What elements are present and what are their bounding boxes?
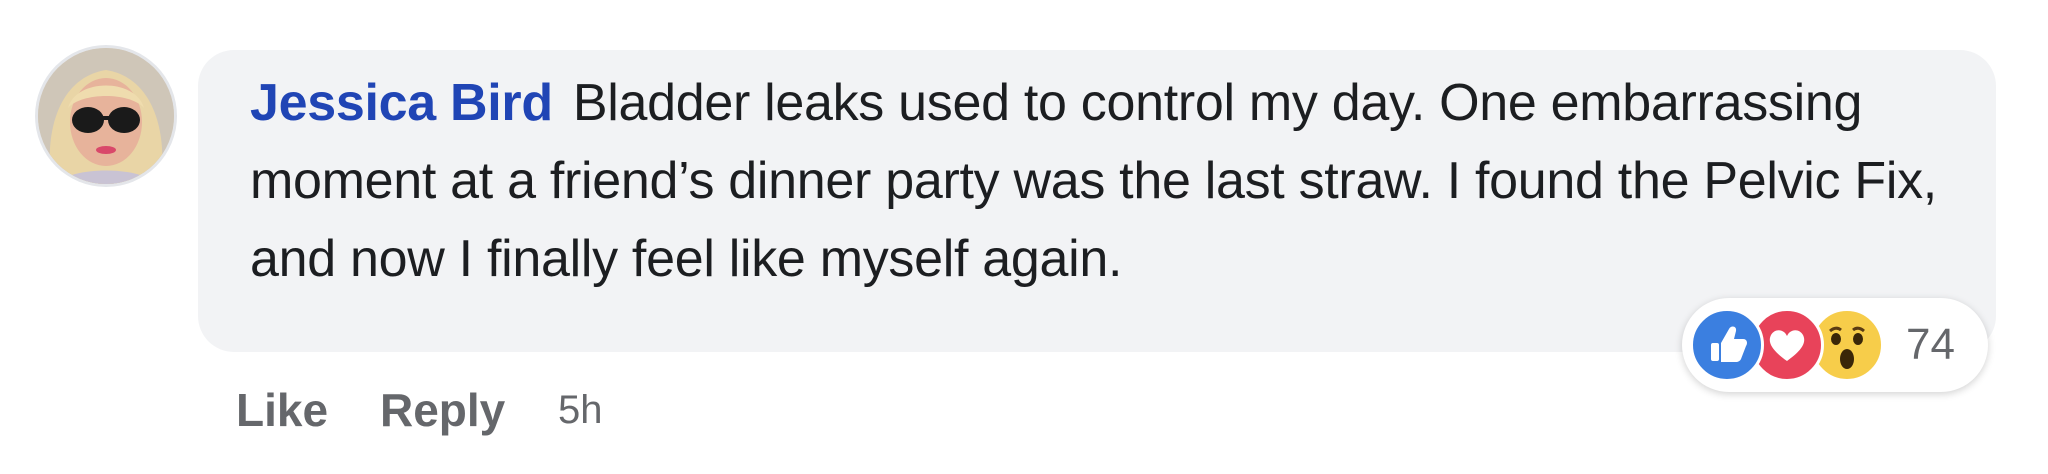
reply-button[interactable]: Reply	[380, 380, 505, 440]
user-photo-icon	[38, 48, 174, 184]
avatar[interactable]	[38, 48, 174, 184]
comment: Jessica Bird Bladder leaks used to contro…	[0, 0, 2048, 474]
author-name[interactable]: Jessica Bird	[250, 74, 553, 132]
like-button[interactable]: Like	[236, 380, 328, 440]
like-icon	[1690, 308, 1764, 382]
reaction-count: 74	[1906, 320, 1955, 369]
comment-body: Jessica Bird Bladder leaks used to contro…	[250, 64, 1970, 298]
reactions-summary[interactable]: 74	[1682, 298, 1988, 392]
timestamp[interactable]: 5h	[558, 380, 603, 440]
